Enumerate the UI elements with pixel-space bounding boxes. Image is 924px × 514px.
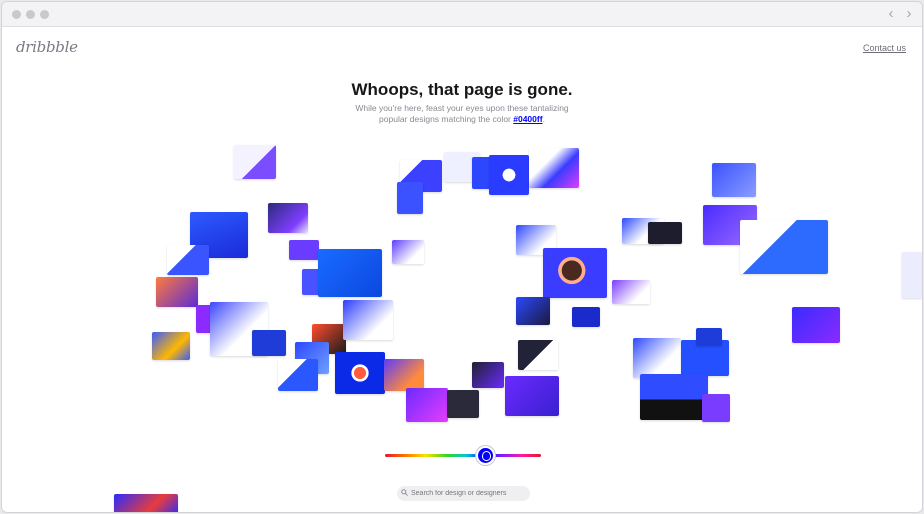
design-shot-thumbnail[interactable] — [152, 332, 190, 360]
subtitle-line-2-suffix: . — [542, 114, 545, 124]
search-input[interactable] — [397, 486, 530, 501]
page-subtitle: While you're here, feast your eyes upon … — [2, 103, 922, 125]
design-shot-thumbnail[interactable] — [516, 297, 550, 325]
design-shot-thumbnail[interactable] — [702, 394, 730, 422]
design-shot-thumbnail[interactable] — [712, 163, 756, 197]
design-shot-thumbnail[interactable] — [696, 328, 722, 346]
window-minimize-dot[interactable] — [26, 10, 35, 19]
color-slider[interactable] — [385, 446, 541, 466]
design-shot-thumbnail[interactable] — [447, 390, 479, 418]
design-shot-thumbnail[interactable] — [156, 277, 198, 307]
design-shot-thumbnail[interactable] — [612, 280, 650, 304]
design-shot-thumbnail[interactable] — [318, 249, 382, 297]
design-shot-thumbnail[interactable] — [489, 155, 529, 195]
window-zoom-dot[interactable] — [40, 10, 49, 19]
browser-titlebar: ‹ › — [2, 2, 922, 27]
subtitle-line-1: While you're here, feast your eyes upon … — [355, 103, 569, 113]
color-link[interactable]: #0400ff — [513, 114, 542, 124]
window-close-dot[interactable] — [12, 10, 21, 19]
design-shot-thumbnail[interactable] — [289, 240, 319, 260]
contact-us-link[interactable]: Contact us — [863, 43, 906, 53]
design-shot-thumbnail[interactable] — [648, 222, 682, 244]
design-shot-thumbnail[interactable] — [472, 362, 504, 388]
design-shot-thumbnail[interactable] — [268, 203, 308, 233]
subtitle-line-2: popular designs matching the color #0400… — [2, 114, 922, 125]
dribbble-ball-icon[interactable] — [476, 446, 495, 465]
page-title: Whoops, that page is gone. — [351, 80, 573, 99]
design-shot-thumbnail[interactable] — [114, 494, 178, 512]
chevron-left-icon[interactable]: ‹ — [884, 6, 898, 22]
chevron-right-icon[interactable]: › — [902, 6, 916, 22]
design-shot-thumbnail[interactable] — [335, 352, 385, 394]
design-shot-thumbnail[interactable] — [252, 330, 286, 356]
browser-window: ‹ › dribbble Contact us Whoops, that pag… — [1, 1, 923, 513]
design-shot-thumbnail[interactable] — [633, 338, 681, 378]
design-shot-thumbnail[interactable] — [167, 245, 209, 275]
design-shot-thumbnail[interactable] — [397, 182, 423, 214]
design-shot-thumbnail[interactable] — [343, 300, 393, 340]
design-shot-thumbnail[interactable] — [529, 148, 579, 188]
design-shot-thumbnail[interactable] — [406, 388, 448, 422]
design-shot-thumbnail[interactable] — [505, 376, 559, 416]
design-shot-thumbnail[interactable] — [572, 307, 600, 327]
design-shot-thumbnail[interactable] — [740, 220, 828, 274]
design-shot-thumbnail[interactable] — [543, 248, 607, 298]
design-shot-thumbnail[interactable] — [384, 359, 424, 391]
design-shot-thumbnail[interactable] — [392, 240, 424, 264]
design-shot-thumbnail[interactable] — [518, 340, 558, 370]
dribbble-logo[interactable]: dribbble — [16, 38, 78, 56]
design-shot-thumbnail[interactable] — [278, 359, 318, 391]
design-shot-thumbnail[interactable] — [640, 374, 708, 420]
color-slider-track[interactable] — [385, 454, 541, 457]
design-shot-thumbnail[interactable] — [902, 252, 922, 298]
design-shot-thumbnail[interactable] — [792, 307, 840, 343]
design-shot-thumbnail[interactable] — [234, 145, 276, 179]
subtitle-line-2-prefix: popular designs matching the color — [379, 114, 514, 124]
